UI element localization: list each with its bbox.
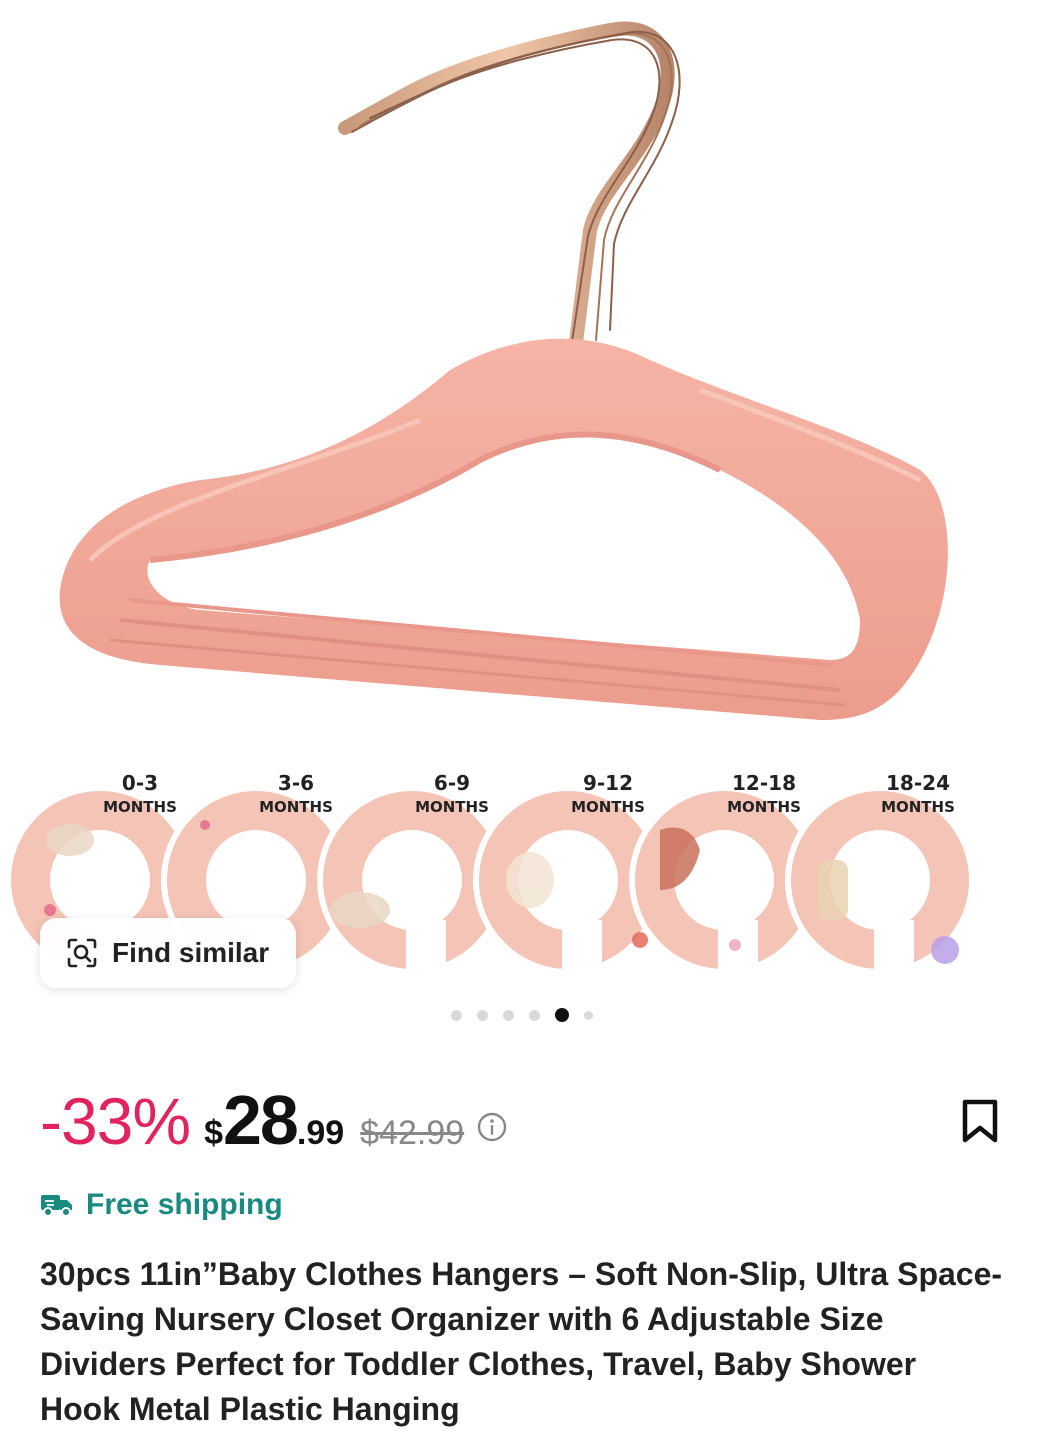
divider-unit: MONTHS bbox=[727, 798, 801, 816]
info-icon[interactable] bbox=[476, 1111, 508, 1143]
product-title: 30pcs 11in”Baby Clothes Hangers – Soft N… bbox=[40, 1256, 1003, 1427]
find-similar-label: Find similar bbox=[112, 937, 270, 968]
carousel-dot-active[interactable] bbox=[555, 1008, 569, 1022]
hanger-hooks bbox=[338, 21, 681, 357]
carousel-dot[interactable] bbox=[529, 1010, 540, 1021]
product-image: 0-3 MONTHS 3-6 MONTHS 6-9 MONTHS 9-12 MO… bbox=[5, 21, 975, 980]
divider-unit: MONTHS bbox=[259, 798, 333, 816]
original-price: $42.99 bbox=[360, 1114, 465, 1152]
carousel-dot[interactable] bbox=[451, 1010, 462, 1021]
image-search-icon bbox=[67, 938, 97, 968]
carousel-dot[interactable] bbox=[584, 1011, 593, 1020]
price-currency: $ bbox=[204, 1114, 223, 1152]
divider-range: 12-18 bbox=[732, 771, 796, 795]
divider-range: 0-3 bbox=[122, 771, 158, 795]
divider-range: 3-6 bbox=[278, 771, 314, 795]
product-image-gallery[interactable]: 0-3 MONTHS 3-6 MONTHS 6-9 MONTHS 9-12 MO… bbox=[0, 0, 1044, 1040]
free-shipping-badge: Free shipping bbox=[40, 1188, 283, 1222]
divider-range: 18-24 bbox=[886, 771, 950, 795]
truck-icon bbox=[41, 1195, 72, 1217]
divider-unit: MONTHS bbox=[881, 798, 955, 816]
find-similar-button[interactable]: Find similar bbox=[40, 918, 296, 988]
carousel-dot[interactable] bbox=[503, 1010, 514, 1021]
carousel-dot[interactable] bbox=[477, 1010, 488, 1021]
hanger-bodies bbox=[59, 338, 948, 720]
divider-unit: MONTHS bbox=[103, 798, 177, 816]
discount-badge: -33% bbox=[40, 1084, 191, 1158]
free-shipping-label: Free shipping bbox=[86, 1188, 283, 1221]
bookmark-icon[interactable] bbox=[960, 1098, 1000, 1144]
price-row: -33% $ 28 .99 $42.99 bbox=[40, 1080, 508, 1160]
divider-range: 9-12 bbox=[583, 771, 633, 795]
price-cents: .99 bbox=[296, 1114, 345, 1152]
divider-unit: MONTHS bbox=[415, 798, 489, 816]
price-integer: 28 bbox=[223, 1081, 299, 1159]
divider-unit: MONTHS bbox=[571, 798, 645, 816]
carousel-indicator bbox=[0, 1008, 1044, 1022]
divider-range: 6-9 bbox=[434, 771, 470, 795]
